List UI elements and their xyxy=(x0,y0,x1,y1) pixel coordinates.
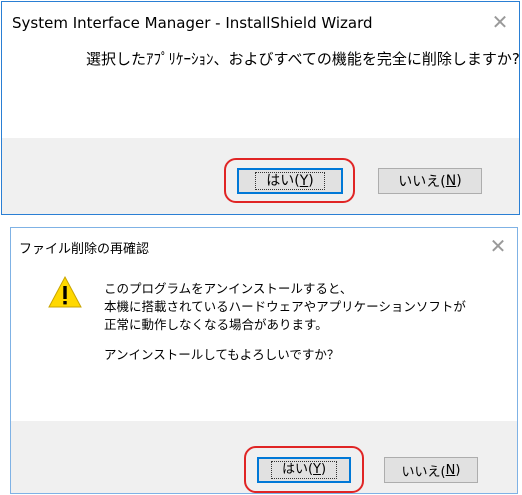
no-mnemonic: N xyxy=(445,173,457,189)
no-suffix: ) xyxy=(456,173,462,189)
no-text: いいえ( xyxy=(401,464,446,480)
dialog-title: System Interface Manager - InstallShield… xyxy=(12,14,373,32)
yes-mnemonic: Y xyxy=(313,462,321,477)
yes-text: はい( xyxy=(281,462,314,477)
close-icon[interactable]: ✕ xyxy=(485,234,511,258)
no-suffix: ) xyxy=(455,462,461,478)
file-delete-reconfirm-dialog: ファイル削除の再確認 ✕ このプログラムをアンインストールすると、 本機に搭載さ… xyxy=(10,227,518,494)
no-text: いいえ( xyxy=(398,174,446,190)
close-icon[interactable]: ✕ xyxy=(487,10,513,34)
uninstall-confirm-dialog: System Interface Manager - InstallShield… xyxy=(1,1,520,215)
no-mnemonic: N xyxy=(445,462,456,478)
yes-text: はい( xyxy=(266,173,300,189)
yes-mnemonic: Y xyxy=(299,173,309,189)
yes-button-label: はい(Y) xyxy=(270,461,338,479)
yes-button[interactable]: はい(Y) xyxy=(237,168,343,194)
title-bar[interactable]: System Interface Manager - InstallShield… xyxy=(2,2,519,44)
yes-button-label: はい(Y) xyxy=(255,172,325,190)
warning-line-2: 本機に搭載されているハードウェアやアプリケーションソフトが xyxy=(104,299,466,314)
dialog-title: ファイル削除の再確認 xyxy=(19,242,150,257)
yes-button[interactable]: はい(Y) xyxy=(257,457,351,483)
yes-suffix: ) xyxy=(320,462,327,477)
yes-suffix: ) xyxy=(308,173,314,189)
warning-message: このプログラムをアンインストールすると、 本機に搭載されているハードウェアやアプ… xyxy=(104,280,466,334)
confirm-question: アンインストールしてもよろしいですか？ xyxy=(104,347,340,362)
warning-icon xyxy=(48,275,82,308)
no-button[interactable]: いいえ(N) xyxy=(378,168,482,194)
warning-line-1: このプログラムをアンインストールすると、 xyxy=(104,281,353,296)
no-button[interactable]: いいえ(N) xyxy=(384,457,478,483)
warning-line-3: 正常に動作しなくなる場合があります。 xyxy=(104,317,328,332)
confirm-message: 選択したｱﾌﾟﾘｹｰｼｮﾝ、およびすべての機能を完全に削除しますか? xyxy=(86,50,520,68)
